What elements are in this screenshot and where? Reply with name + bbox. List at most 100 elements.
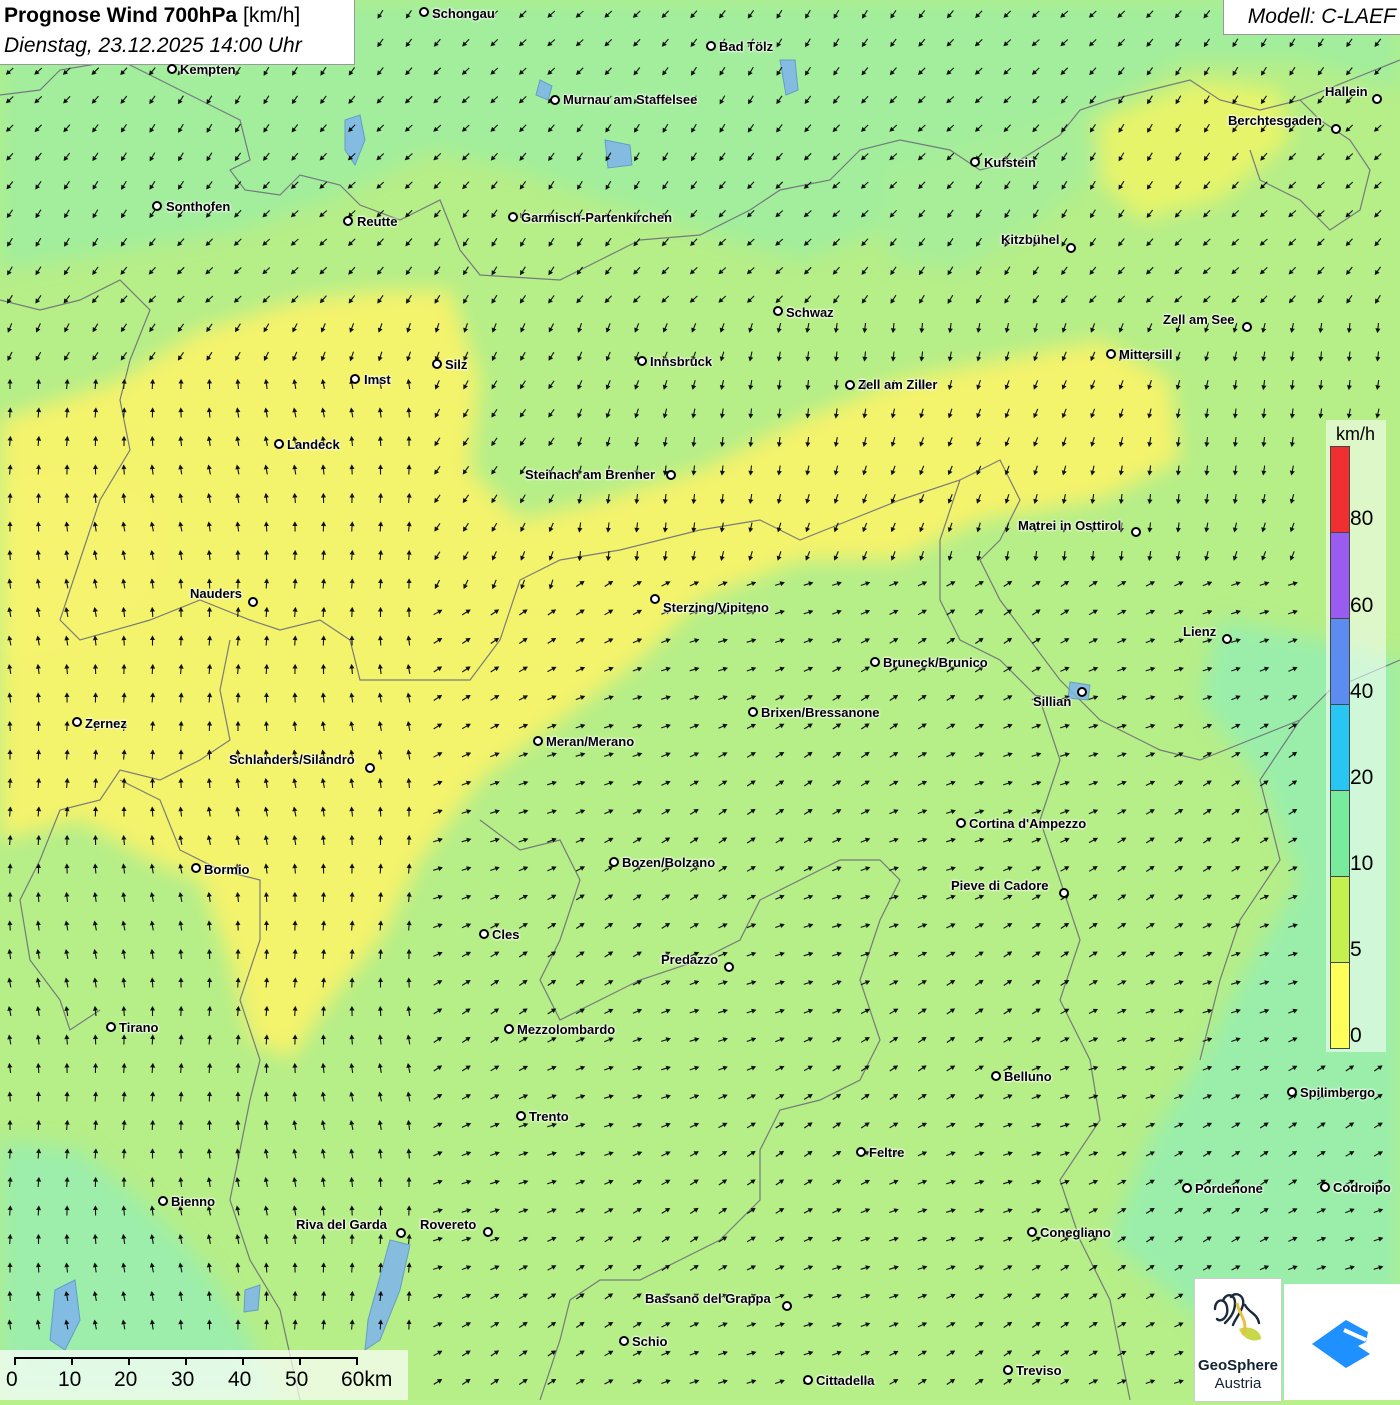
city-label: Garmisch-Partenkirchen: [521, 210, 672, 225]
legend-tick-label: 80: [1350, 507, 1373, 531]
city-marker: [1066, 243, 1076, 253]
city-marker: [191, 863, 201, 873]
city-label: Hallein: [1325, 84, 1368, 99]
city-marker: [956, 818, 966, 828]
forecast-datetime: Dienstag, 23.12.2025 14:00 Uhr: [4, 34, 302, 58]
scale-label: 10: [58, 1368, 81, 1392]
city-label: Silz: [445, 357, 467, 372]
city-marker: [1131, 527, 1141, 537]
city-marker: [419, 7, 429, 17]
city-marker: [637, 356, 647, 366]
city-label: Kempten: [180, 62, 236, 77]
city-label: Predazzo: [661, 952, 718, 967]
city-label: Steinach am Brenner: [525, 467, 655, 482]
city-label: Zell am Ziller: [858, 377, 937, 392]
city-label: Treviso: [1016, 1363, 1062, 1378]
city-marker: [970, 157, 980, 167]
city-marker: [773, 306, 783, 316]
legend-color-segment: [1330, 532, 1350, 619]
map-title: Prognose Wind 700hPa [km/h]: [4, 4, 300, 28]
city-label: Kufstein: [984, 155, 1036, 170]
city-marker: [152, 201, 162, 211]
city-label: Sillian: [1033, 694, 1071, 709]
city-marker: [365, 763, 375, 773]
city-marker: [1059, 888, 1069, 898]
geosphere-logo-line1: GeoSphere: [1195, 1357, 1281, 1374]
city-marker: [167, 64, 177, 74]
city-marker: [483, 1227, 493, 1237]
city-label: Imst: [364, 372, 391, 387]
city-label: Schio: [632, 1334, 667, 1349]
city-marker: [870, 657, 880, 667]
city-label: Codroipo: [1333, 1180, 1391, 1195]
city-marker: [274, 439, 284, 449]
city-label: Innsbruck: [650, 354, 712, 369]
city-marker: [1331, 124, 1341, 134]
map-title-main: Prognose Wind 700hPa: [4, 4, 237, 27]
city-marker: [1372, 94, 1382, 104]
legend-tick-label: 10: [1350, 852, 1373, 876]
city-marker: [350, 374, 360, 384]
city-marker: [248, 597, 258, 607]
city-label: Belluno: [1004, 1069, 1052, 1084]
city-marker: [1077, 687, 1087, 697]
city-marker: [396, 1228, 406, 1238]
scale-tick: [299, 1357, 301, 1365]
city-marker: [803, 1375, 813, 1385]
city-label: Tirano: [119, 1020, 159, 1035]
scale-label: 60km: [341, 1368, 392, 1392]
model-label: Modell: C-LAEF: [1248, 5, 1396, 29]
city-label: Sterzing/Vipiteno: [663, 600, 769, 615]
city-label: Pieve di Cadore: [951, 878, 1049, 893]
city-label: Zernez: [85, 716, 127, 731]
city-label: Pordenone: [1195, 1181, 1263, 1196]
scale-label: 40: [228, 1368, 251, 1392]
city-label: Matrei in Osttirol: [1018, 518, 1121, 533]
city-label: Bassano del Grappa: [645, 1291, 771, 1306]
city-marker: [106, 1022, 116, 1032]
city-marker: [706, 41, 716, 51]
city-label: Riva del Garda: [296, 1217, 387, 1232]
geosphere-logo-line2: Austria: [1195, 1375, 1281, 1392]
city-marker: [666, 470, 676, 480]
scale-label: 0: [6, 1368, 18, 1392]
legend-color-segment: [1330, 704, 1350, 791]
city-marker: [533, 736, 543, 746]
scale-label: 50: [285, 1368, 308, 1392]
city-label: Kitzbühel: [1001, 232, 1060, 247]
city-marker: [1242, 322, 1252, 332]
city-marker: [724, 962, 734, 972]
legend-color-segment: [1330, 876, 1350, 963]
city-label: Reutte: [357, 214, 397, 229]
city-marker: [504, 1024, 514, 1034]
scale-tick: [14, 1357, 16, 1365]
city-marker: [1182, 1183, 1192, 1193]
city-marker: [609, 857, 619, 867]
city-label: Mezzolombardo: [517, 1022, 615, 1037]
city-marker: [619, 1336, 629, 1346]
city-marker: [508, 212, 518, 222]
city-label: Bienno: [171, 1194, 215, 1209]
legend-tick-label: 40: [1350, 680, 1373, 704]
city-label: Berchtesgaden: [1228, 113, 1322, 128]
city-label: Trento: [529, 1109, 569, 1124]
city-label: Brixen/Bressanone: [761, 705, 880, 720]
city-marker: [1222, 634, 1232, 644]
city-label: Mittersill: [1119, 347, 1172, 362]
city-marker: [1320, 1182, 1330, 1192]
weather-app-logo: [1284, 1284, 1400, 1400]
city-label: Bormio: [204, 862, 250, 877]
city-label: Nauders: [190, 586, 242, 601]
city-label: Meran/Merano: [546, 734, 634, 749]
scale-tick: [356, 1357, 358, 1365]
geosphere-logo: GeoSphere Austria: [1194, 1278, 1282, 1402]
legend-color-segment: [1330, 790, 1350, 877]
city-marker: [516, 1111, 526, 1121]
city-label: Rovereto: [420, 1217, 476, 1232]
scale-tick: [185, 1357, 187, 1365]
legend-tick-label: 20: [1350, 766, 1373, 790]
legend-tick-label: 60: [1350, 594, 1373, 618]
scale-label: 20: [114, 1368, 137, 1392]
city-label: Bruneck/Brunico: [883, 655, 988, 670]
city-label: Landeck: [287, 437, 340, 452]
